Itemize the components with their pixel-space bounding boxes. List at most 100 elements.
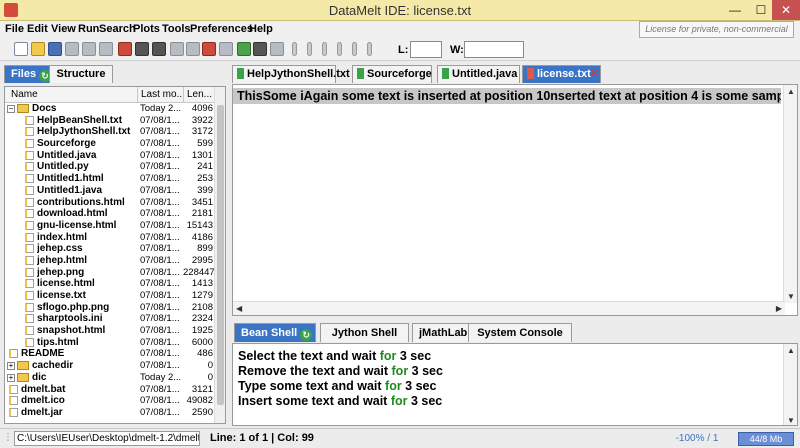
file-row[interactable]: Untitled.py 07/08/1... 241 — [5, 161, 215, 173]
tab-system-console[interactable]: System Console — [468, 323, 572, 342]
print-icon[interactable] — [82, 42, 96, 56]
file-row[interactable]: Untitled1.html 07/08/1... 253 — [5, 173, 215, 185]
tab-bean-shell[interactable]: Bean Shell ↻ — [234, 323, 316, 342]
close-tab-icon[interactable]: ✕ — [588, 67, 600, 80]
find-icon[interactable] — [135, 42, 149, 56]
find-replace-icon[interactable] — [152, 42, 166, 56]
tab-jython-shell[interactable]: Jython Shell — [320, 323, 409, 342]
file-row[interactable]: HelpBeanShell.txt 07/08/1... 3922 — [5, 115, 215, 127]
l-input[interactable] — [410, 41, 442, 58]
cut-icon[interactable] — [202, 42, 216, 56]
column-name[interactable]: Name — [11, 89, 38, 100]
tab-untitled-java[interactable]: Untitled.java — [437, 65, 520, 83]
file-row[interactable]: jehep.png 07/08/1... 228447 — [5, 267, 215, 279]
maximize-button[interactable]: ☐ — [748, 0, 774, 20]
w-input[interactable] — [464, 41, 524, 58]
file-date: 07/08/1... — [140, 348, 180, 360]
bookmark-icon[interactable] — [292, 42, 297, 56]
file-row[interactable]: contributions.html 07/08/1... 3451 — [5, 197, 215, 209]
menu-plots[interactable]: Plots — [133, 23, 160, 35]
console-scrollbar[interactable]: ▲ ▼ — [783, 344, 797, 425]
file-row[interactable]: Untitled.java 07/08/1... 1301 — [5, 150, 215, 162]
file-row[interactable]: README 07/08/1... 486 — [5, 348, 215, 360]
file-row[interactable]: license.html 07/08/1... 1413 — [5, 278, 215, 290]
console-output[interactable]: Select the text and wait for 3 sec Remov… — [232, 343, 798, 426]
bookmark-icon[interactable] — [337, 42, 342, 56]
new-file-icon[interactable] — [14, 42, 28, 56]
column-length[interactable]: Len... — [187, 89, 212, 100]
bookmark-icon[interactable] — [367, 42, 372, 56]
menu-search[interactable]: Search — [99, 23, 136, 35]
editor-horizontal-scrollbar[interactable]: ◀ ▶ — [233, 301, 785, 315]
scrollbar-thumb[interactable] — [217, 105, 224, 405]
scroll-left-icon[interactable]: ◀ — [236, 304, 242, 313]
save-icon[interactable] — [48, 42, 62, 56]
refresh-icon[interactable]: ↻ — [300, 329, 313, 341]
collapse-icon[interactable]: − — [7, 105, 15, 113]
menu-view[interactable]: View — [51, 23, 76, 35]
file-date: 07/08/1... — [140, 266, 180, 278]
file-icon — [237, 68, 244, 79]
scroll-right-icon[interactable]: ▶ — [776, 304, 782, 313]
bookmark-icon[interactable] — [322, 42, 327, 56]
scroll-up-icon[interactable]: ▲ — [787, 87, 795, 96]
editor-vertical-scrollbar[interactable]: ▲ ▼ — [783, 85, 797, 303]
file-row[interactable]: snapshot.html 07/08/1... 1925 — [5, 325, 215, 337]
export-icon[interactable] — [99, 42, 113, 56]
scroll-up-icon[interactable]: ▲ — [787, 346, 795, 355]
expand-icon[interactable]: + — [7, 362, 15, 371]
file-row[interactable]: + dic Today 2... 0 — [5, 372, 215, 384]
file-row[interactable]: sflogo.php.png 07/08/1... 2108 — [5, 302, 215, 314]
open-folder-icon[interactable] — [31, 42, 45, 56]
undo-icon[interactable] — [118, 42, 132, 56]
scroll-down-icon[interactable]: ▼ — [787, 292, 795, 301]
editor-selected-line[interactable]: ThisSome iAgain some text is inserted at… — [233, 88, 781, 104]
save-all-icon[interactable] — [65, 42, 79, 56]
record-icon[interactable] — [253, 42, 267, 56]
editor-tabs: HelpJythonShell.txt Sourceforge Untitled… — [230, 62, 798, 83]
bookmark-icon[interactable] — [352, 42, 357, 56]
file-row[interactable]: gnu-license.html 07/08/1... 15143 — [5, 220, 215, 232]
file-row[interactable]: dmelt.jar 07/08/1... 2590 — [5, 407, 215, 419]
minimize-button[interactable]: — — [722, 0, 748, 20]
file-row[interactable]: dmelt.ico 07/08/1... 49082 — [5, 395, 215, 407]
menu-preferences[interactable]: Preferences — [190, 23, 253, 35]
file-row[interactable]: Sourceforge 07/08/1... 599 — [5, 138, 215, 150]
file-row[interactable]: dmelt.bat 07/08/1... 3121 — [5, 384, 215, 396]
file-row[interactable]: + cachedir 07/08/1... 0 — [5, 360, 215, 372]
menu-file[interactable]: File — [5, 23, 24, 35]
file-row[interactable]: download.html 07/08/1... 2181 — [5, 208, 215, 220]
tab-helpjythonshell[interactable]: HelpJythonShell.txt — [232, 65, 350, 83]
zoom-indicator[interactable]: -100% / 1 — [662, 432, 732, 446]
file-row[interactable]: license.txt 07/08/1... 1279 — [5, 290, 215, 302]
paste-icon[interactable] — [186, 42, 200, 56]
file-row[interactable]: tips.html 07/08/1... 6000 — [5, 337, 215, 349]
scroll-down-icon[interactable]: ▼ — [787, 416, 795, 425]
path-field[interactable]: C:\Users\IEUser\Desktop\dmelt-1.2\dmelt — [14, 431, 200, 446]
clipboard-icon[interactable] — [219, 42, 233, 56]
tab-sourceforge[interactable]: Sourceforge — [352, 65, 432, 83]
menu-help[interactable]: Help — [249, 23, 273, 35]
bookmark-icon[interactable] — [307, 42, 312, 56]
text-editor[interactable]: ThisSome iAgain some text is inserted at… — [232, 84, 798, 316]
file-row[interactable]: HelpJythonShell.txt 07/08/1... 3172 — [5, 126, 215, 138]
file-list-scrollbar[interactable] — [214, 87, 225, 423]
menu-edit[interactable]: Edit — [27, 23, 48, 35]
memory-usage[interactable]: 44/8 Mb — [738, 432, 794, 446]
run-icon[interactable] — [237, 42, 251, 56]
menu-run[interactable]: Run — [78, 23, 99, 35]
tab-structure[interactable]: Structure — [49, 65, 113, 83]
file-name: cachedir — [32, 360, 74, 372]
copy-icon[interactable] — [170, 42, 184, 56]
file-row[interactable]: sharptools.ini 07/08/1... 2324 — [5, 313, 215, 325]
file-row[interactable]: Untitled1.java 07/08/1... 399 — [5, 185, 215, 197]
menu-tools[interactable]: Tools — [162, 23, 191, 35]
file-row[interactable]: jehep.html 07/08/1... 2995 — [5, 255, 215, 267]
file-row[interactable]: index.html 07/08/1... 4186 — [5, 232, 215, 244]
column-last-modified[interactable]: Last mo... — [141, 89, 185, 100]
check-icon[interactable] — [270, 42, 284, 56]
file-row[interactable]: jehep.css 07/08/1... 899 — [5, 243, 215, 255]
close-window-button[interactable]: ✕ — [772, 0, 800, 20]
file-row[interactable]: − Docs Today 2... 4096 — [5, 103, 215, 115]
expand-icon[interactable]: + — [7, 373, 15, 382]
